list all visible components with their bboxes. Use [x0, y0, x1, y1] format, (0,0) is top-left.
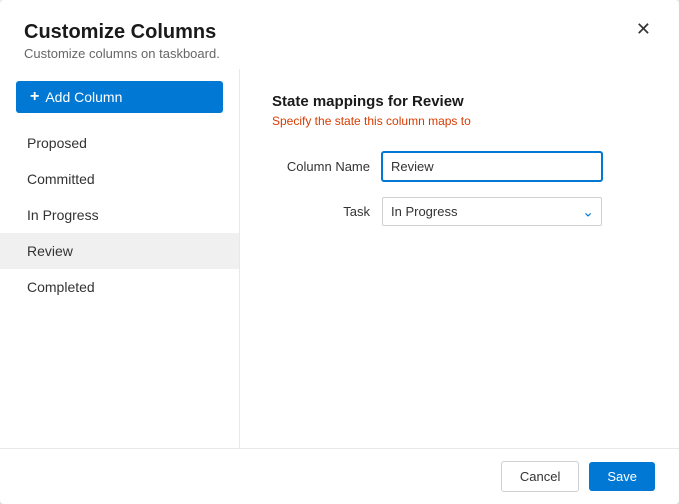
column-item-in-progress[interactable]: In Progress — [0, 197, 239, 233]
section-subtitle: Specify the state this column maps to — [272, 114, 647, 128]
column-item-completed[interactable]: Completed — [0, 269, 239, 305]
add-column-button[interactable]: + Add Column — [16, 81, 223, 113]
column-item-committed[interactable]: Committed — [0, 161, 239, 197]
customize-columns-dialog: Customize Columns Customize columns on t… — [0, 0, 679, 504]
add-column-label: Add Column — [45, 89, 122, 105]
task-row: Task Active Resolved In Progress Closed … — [272, 197, 647, 226]
close-button[interactable]: ✕ — [632, 18, 655, 40]
task-label: Task — [272, 204, 382, 219]
dialog-footer: Cancel Save — [0, 448, 679, 504]
task-select-wrapper: Active Resolved In Progress Closed ⌄ — [382, 197, 602, 226]
column-list: Proposed Committed In Progress Review Co… — [0, 125, 239, 305]
column-item-proposed[interactable]: Proposed — [0, 125, 239, 161]
column-item-review[interactable]: Review — [0, 233, 239, 269]
save-button[interactable]: Save — [589, 462, 655, 491]
cancel-button[interactable]: Cancel — [501, 461, 579, 492]
dialog-body: + Add Column Proposed Committed In Progr… — [0, 69, 679, 448]
dialog-subtitle: Customize columns on taskboard. — [24, 46, 220, 61]
close-icon: ✕ — [636, 19, 651, 39]
section-title: State mappings for Review — [272, 93, 647, 110]
plus-icon: + — [30, 89, 39, 105]
dialog-title: Customize Columns — [24, 20, 220, 44]
header-text: Customize Columns Customize columns on t… — [24, 20, 220, 61]
task-select[interactable]: Active Resolved In Progress Closed — [382, 197, 602, 226]
right-panel: State mappings for Review Specify the st… — [240, 69, 679, 448]
left-panel: + Add Column Proposed Committed In Progr… — [0, 69, 240, 448]
column-name-input[interactable] — [382, 152, 602, 181]
column-name-label: Column Name — [272, 159, 382, 174]
column-name-row: Column Name — [272, 152, 647, 181]
dialog-header: Customize Columns Customize columns on t… — [0, 0, 679, 69]
